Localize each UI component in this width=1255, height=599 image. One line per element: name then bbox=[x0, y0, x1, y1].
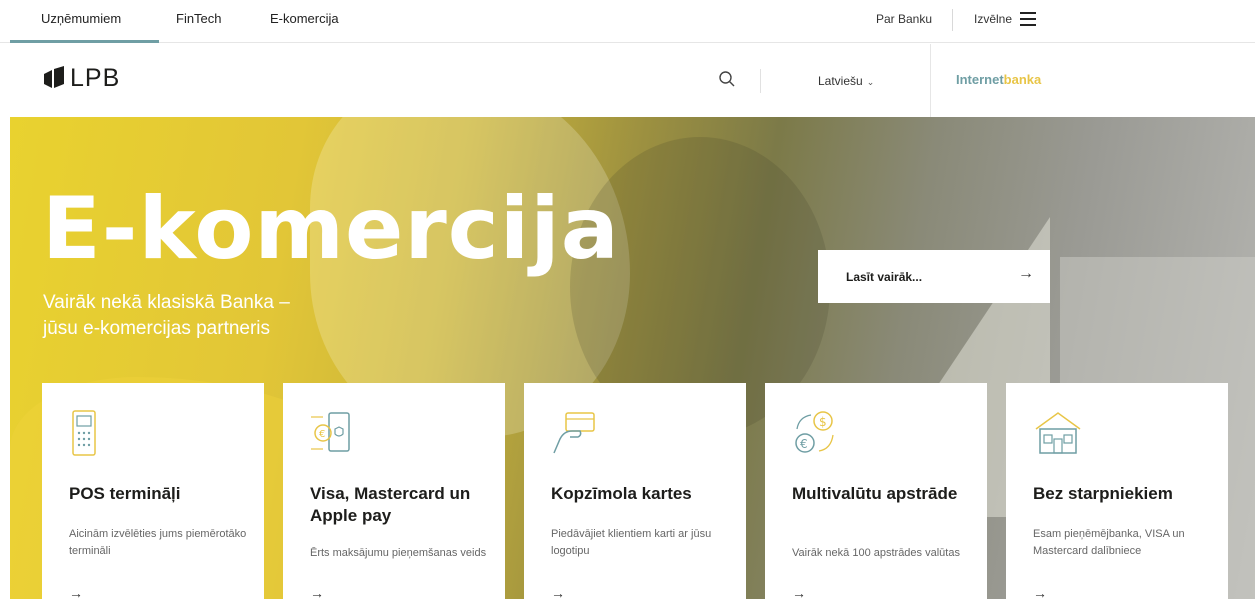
tab-e-komercija[interactable]: E-komercija bbox=[270, 11, 339, 26]
internetbank-label-part2: banka bbox=[1003, 72, 1042, 87]
card-cobrand-cards[interactable]: Kopzīmola kartes Piedāvājiet klientiem k… bbox=[524, 383, 746, 599]
hero-subtitle: Vairāk nekā klasiskā Banka – jūsu e-kome… bbox=[43, 290, 290, 342]
divider bbox=[930, 44, 931, 117]
house-icon bbox=[1035, 412, 1081, 454]
lpb-logo[interactable]: LPB bbox=[42, 64, 120, 92]
search-icon[interactable] bbox=[718, 70, 736, 88]
svg-text:€: € bbox=[800, 437, 808, 451]
read-more-label: Lasīt vairāk... bbox=[846, 270, 923, 284]
currency-exchange-icon: $ € bbox=[795, 411, 834, 453]
logo-mark-icon bbox=[44, 66, 64, 88]
card-title: Visa, Mastercard un Apple pay bbox=[310, 484, 471, 525]
card-pos-terminals[interactable]: POS termināļi Aicinām izvēlēties jums pi… bbox=[42, 383, 264, 599]
card-no-intermediaries[interactable]: Bez starpniekiem Esam pieņēmējbanka, VIS… bbox=[1006, 383, 1228, 599]
arrow-right-icon: → bbox=[1018, 265, 1034, 282]
card-description: Vairāk nekā 100 apstrādes valūtas bbox=[792, 547, 960, 559]
hero-subtitle-line2: jūsu e-komercijas partneris bbox=[43, 318, 271, 339]
card-multicurrency[interactable]: $ € Multivalūtu apstrāde Vairāk nekā 100… bbox=[765, 383, 987, 599]
card-title: POS termināļi bbox=[69, 484, 181, 503]
divider bbox=[952, 9, 953, 31]
about-bank-link[interactable]: Par Banku bbox=[876, 12, 932, 26]
arrow-right-icon: → bbox=[69, 585, 83, 599]
card-description: Aicinām izvēlēties jums piemērotāko term… bbox=[69, 528, 247, 557]
menu-link[interactable]: Izvēlne bbox=[974, 12, 1012, 26]
logo-text: LPB bbox=[70, 63, 121, 92]
card-description: Esam pieņēmējbanka, VISA un Mastercard d… bbox=[1033, 528, 1185, 557]
card-description: Piedāvājiet klientiem karti ar jūsu logo… bbox=[551, 528, 712, 557]
chevron-down-icon: ⌄ bbox=[866, 77, 875, 87]
card-title: Multivalūtu apstrāde bbox=[792, 484, 958, 503]
read-more-button[interactable]: Lasīt vairāk... → bbox=[818, 250, 1050, 303]
language-label: Latviešu bbox=[818, 74, 863, 88]
internetbank-label-part1: Internet bbox=[956, 72, 1004, 87]
card-title: Bez starpniekiem bbox=[1033, 484, 1173, 503]
hero-title: E-komercija bbox=[42, 179, 620, 279]
site-header: LPB Latviešu ⌄ Internetbanka bbox=[0, 44, 1255, 117]
payment-phone-icon: € bbox=[311, 412, 350, 452]
arrow-right-icon: → bbox=[792, 585, 806, 599]
language-selector[interactable]: Latviešu ⌄ bbox=[818, 74, 874, 88]
card-description: Ērts maksājumu pieņemšanas veids bbox=[310, 547, 487, 559]
tab-uznemumiem[interactable]: Uzņēmumiem bbox=[41, 11, 121, 26]
hamburger-menu-icon[interactable] bbox=[1020, 12, 1036, 26]
arrow-right-icon: → bbox=[310, 585, 324, 599]
active-tab-indicator bbox=[10, 40, 159, 43]
internetbank-link[interactable]: Internetbanka bbox=[956, 72, 1041, 87]
pos-terminal-icon bbox=[72, 410, 96, 456]
hero-subtitle-line1: Vairāk nekā klasiskā Banka – bbox=[43, 292, 290, 313]
card-hand-icon bbox=[553, 412, 595, 454]
arrow-right-icon: → bbox=[1033, 585, 1047, 599]
svg-text:$: $ bbox=[819, 415, 827, 429]
top-navigation: Uzņēmumiem FinTech E-komercija Par Banku… bbox=[0, 0, 1255, 43]
divider bbox=[760, 69, 761, 93]
card-title: Kopzīmola kartes bbox=[551, 484, 692, 503]
tab-fintech[interactable]: FinTech bbox=[176, 11, 222, 26]
svg-text:€: € bbox=[319, 429, 325, 440]
card-visa-mastercard[interactable]: € Visa, Mastercard un Apple pay Ērts mak… bbox=[283, 383, 505, 599]
arrow-right-icon: → bbox=[551, 585, 565, 599]
